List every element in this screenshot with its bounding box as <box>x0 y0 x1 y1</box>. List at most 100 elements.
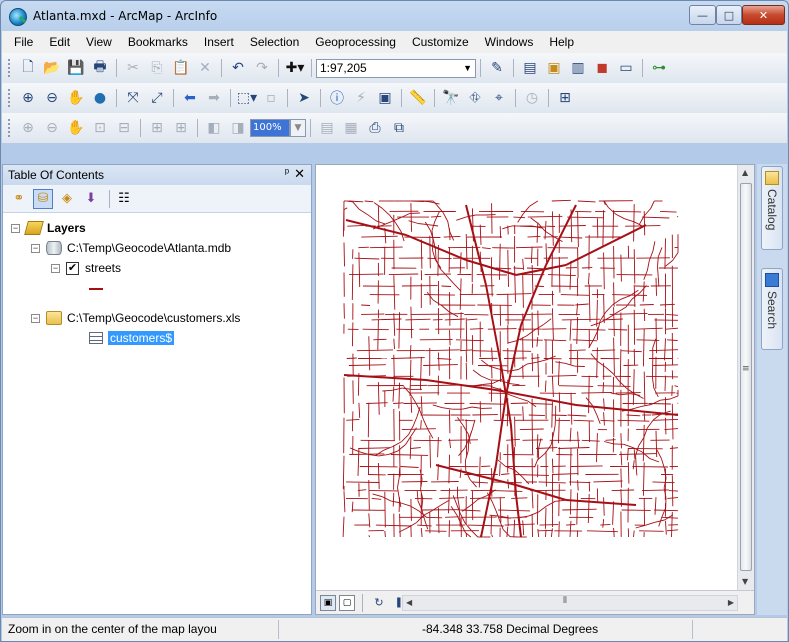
select-features-icon[interactable]: ⬚▾ <box>237 88 257 108</box>
toggle-draft-mode-icon[interactable]: ▤ <box>317 118 337 138</box>
layout-zoom-out-icon[interactable]: ⊖ <box>42 118 62 138</box>
arctoolbox-icon[interactable]: ◼ <box>592 58 612 78</box>
modelbuilder-icon[interactable]: ⊶ <box>649 58 669 78</box>
search-window-icon[interactable]: ▥ <box>568 58 588 78</box>
search-dock-tab[interactable]: Search <box>761 268 783 350</box>
tree-node-streets[interactable]: − ✔ streets <box>51 259 121 277</box>
menu-edit[interactable]: Edit <box>41 35 78 49</box>
map-display[interactable]: ▲ ▼ ▣ ▢ ↻ ❚❚ ◀ ⦀ ▶ <box>315 164 755 615</box>
scroll-thumb[interactable] <box>740 183 752 571</box>
fixed-zoom-out-icon[interactable]: ⤢ <box>147 88 167 108</box>
focus-data-frame-icon[interactable]: ▦ <box>341 118 361 138</box>
data-view-icon[interactable]: ▣ <box>320 594 336 611</box>
menu-bookmarks[interactable]: Bookmarks <box>120 35 196 49</box>
catalog-dock-tab[interactable]: Catalog <box>761 166 783 250</box>
html-popup-icon[interactable]: ▣ <box>375 88 395 108</box>
layout-view-icon[interactable]: ▢ <box>339 594 355 611</box>
find-icon[interactable]: 🔭 <box>441 88 461 108</box>
horizontal-scrollbar[interactable]: ◀ ⦀ ▶ <box>402 595 738 611</box>
collapse-icon[interactable]: − <box>31 313 40 323</box>
find-route-icon[interactable]: ⛗ <box>465 88 485 108</box>
map-scale-combobox[interactable]: 1:97,205 ▼ <box>316 58 476 78</box>
minimize-button[interactable]: — <box>689 5 716 25</box>
list-by-source-icon[interactable]: ⛁ <box>33 188 53 209</box>
select-elements-icon[interactable]: ➤ <box>294 88 314 108</box>
tree-node-atlanta-mdb[interactable]: − C:\Temp\Geocode\Atlanta.mdb <box>31 239 231 257</box>
open-folder-icon[interactable]: 📂 <box>42 58 62 78</box>
menu-selection[interactable]: Selection <box>242 35 307 49</box>
undo-icon[interactable]: ↶ <box>228 58 248 78</box>
previous-extent-layout-icon[interactable]: ◧ <box>204 118 224 138</box>
tree-node-layers[interactable]: − Layers <box>11 219 86 237</box>
menu-windows[interactable]: Windows <box>477 35 542 49</box>
forward-extent-icon[interactable]: ➡ <box>204 88 224 108</box>
tree-node-customers-xls[interactable]: − C:\Temp\Geocode\customers.xls <box>31 309 240 327</box>
scroll-right-icon[interactable]: ▶ <box>728 598 734 607</box>
paste-icon[interactable]: 📋 <box>171 58 191 78</box>
cut-icon[interactable]: ✂ <box>123 58 143 78</box>
menu-insert[interactable]: Insert <box>196 35 242 49</box>
list-by-selection-icon[interactable]: ⬇ <box>81 189 101 209</box>
zoom-in-icon[interactable]: ⊕ <box>18 88 38 108</box>
layer-visibility-checkbox[interactable]: ✔ <box>66 261 79 275</box>
clear-selection-icon[interactable]: ▫ <box>261 88 281 108</box>
scroll-up-icon[interactable]: ▲ <box>742 168 748 177</box>
measure-icon[interactable]: 📏 <box>408 88 428 108</box>
menu-help[interactable]: Help <box>541 35 582 49</box>
toolbar-grip[interactable] <box>8 119 11 137</box>
scroll-left-icon[interactable]: ◀ <box>406 598 412 607</box>
print-icon[interactable]: 🖶 <box>90 58 110 78</box>
change-layout-icon[interactable]: ⎙ <box>365 118 385 138</box>
chevron-down-icon[interactable]: ▼ <box>463 60 472 77</box>
full-extent-icon[interactable]: ● <box>90 88 110 108</box>
vertical-scrollbar[interactable]: ▲ ▼ <box>737 165 754 590</box>
chevron-down-icon[interactable]: ▼ <box>290 119 306 137</box>
fixed-zoom-in-icon[interactable]: ⤧ <box>123 88 143 108</box>
zoom-out-icon[interactable]: ⊖ <box>42 88 62 108</box>
menu-customize[interactable]: Customize <box>404 35 477 49</box>
pin-icon[interactable]: ᵖ <box>285 167 289 179</box>
refresh-icon[interactable]: ↻ <box>369 593 389 613</box>
collapse-icon[interactable]: − <box>31 243 40 253</box>
fixed-zoom-in-layout-icon[interactable]: ⊞ <box>147 118 167 138</box>
editor-toolbar-icon[interactable]: ✎ <box>487 58 507 78</box>
catalog-window-icon[interactable]: ▣ <box>544 58 564 78</box>
go-to-xy-icon[interactable]: ⌖ <box>489 88 509 108</box>
redo-icon[interactable]: ↷ <box>252 58 272 78</box>
data-driven-pages-icon[interactable]: ⧉ <box>389 118 409 138</box>
toolbar-grip[interactable] <box>8 59 11 77</box>
scroll-down-icon[interactable]: ▼ <box>742 577 748 586</box>
copy-icon[interactable]: ⎘ <box>147 58 167 78</box>
back-extent-icon[interactable]: ⬅ <box>180 88 200 108</box>
table-of-contents-icon[interactable]: ▤ <box>520 58 540 78</box>
tree-node-customers-table[interactable]: customers$ <box>89 329 175 347</box>
layout-zoom-in-icon[interactable]: ⊕ <box>18 118 38 138</box>
zoom-100-icon[interactable]: ⊟ <box>114 118 134 138</box>
streets-map[interactable] <box>316 165 737 589</box>
close-button[interactable]: ✕ <box>742 5 785 25</box>
maximize-button[interactable]: □ <box>716 5 742 25</box>
identify-icon[interactable]: ⓘ <box>327 88 347 108</box>
list-by-visibility-icon[interactable]: ◈ <box>57 189 77 209</box>
time-slider-icon[interactable]: ◷ <box>522 88 542 108</box>
new-document-icon[interactable]: 🗋 <box>18 58 38 78</box>
add-data-icon[interactable]: ✚▾ <box>285 58 305 78</box>
menu-view[interactable]: View <box>78 35 120 49</box>
save-icon[interactable]: 💾 <box>66 58 86 78</box>
menu-file[interactable]: File <box>6 35 41 49</box>
options-icon[interactable]: ☷ <box>114 189 134 209</box>
menu-geoprocessing[interactable]: Geoprocessing <box>307 35 404 49</box>
hyperlink-icon[interactable]: ⚡ <box>351 88 371 108</box>
delete-icon[interactable]: ✕ <box>195 58 215 78</box>
collapse-icon[interactable]: − <box>11 223 20 233</box>
python-window-icon[interactable]: ▭ <box>616 58 636 78</box>
list-by-drawing-order-icon[interactable]: ⚭ <box>9 189 29 209</box>
pan-icon[interactable]: ✋ <box>66 88 86 108</box>
create-viewer-window-icon[interactable]: ⊞ <box>555 88 575 108</box>
layout-pan-icon[interactable]: ✋ <box>66 118 86 138</box>
fixed-zoom-out-layout-icon[interactable]: ⊞ <box>171 118 191 138</box>
toolbar-grip[interactable] <box>8 89 11 107</box>
collapse-icon[interactable]: − <box>51 263 60 273</box>
close-icon[interactable]: ✕ <box>294 166 305 182</box>
next-extent-layout-icon[interactable]: ◨ <box>228 118 248 138</box>
